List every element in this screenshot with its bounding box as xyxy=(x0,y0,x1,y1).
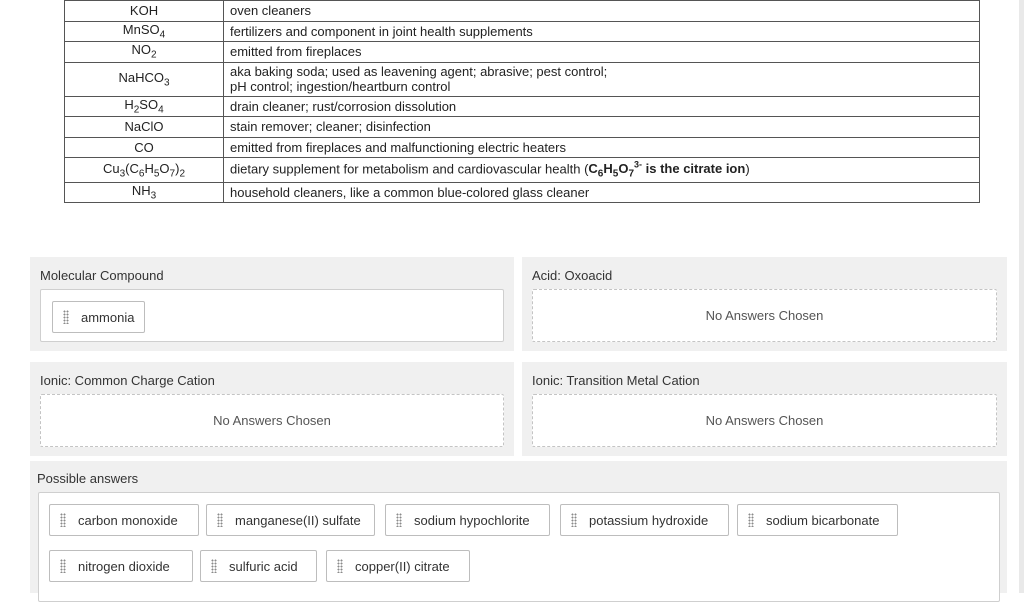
use-cell: fertilizers and component in joint healt… xyxy=(223,20,980,42)
category-oxoacid: Acid: Oxoacid No Answers Chosen xyxy=(522,257,1007,351)
compound-uses-table: KOH oven cleaners MnSO4 fertilizers and … xyxy=(64,0,980,204)
use-line: pH control; ingestion/heartburn control xyxy=(230,79,451,94)
category-transition-metal-cation: Ionic: Transition Metal Cation No Answer… xyxy=(522,362,1007,456)
chip-label: ammonia xyxy=(81,309,135,325)
molecular-compound-dropzone[interactable]: ammonia xyxy=(40,289,504,342)
formula-cell: H2SO4 xyxy=(64,95,224,117)
formula-cell: MnSO4 xyxy=(64,20,224,42)
page-scrollbar[interactable] xyxy=(1019,0,1024,593)
formula-cell: CO xyxy=(64,136,224,158)
table-row: NH3 household cleaners, like a common bl… xyxy=(64,181,980,204)
drag-handle-icon xyxy=(337,559,343,573)
use-cell: household cleaners, like a common blue-c… xyxy=(223,181,980,204)
table-row: MnSO4 fertilizers and component in joint… xyxy=(64,20,980,42)
empty-placeholder: No Answers Chosen xyxy=(213,413,331,428)
table-row: KOH oven cleaners xyxy=(64,0,980,22)
use-cell: drain cleaner; rust/corrosion dissolutio… xyxy=(223,95,980,117)
use-cell: emitted from fireplaces and malfunctioni… xyxy=(223,136,980,158)
formula-cell: NH3 xyxy=(64,181,224,204)
chip-label: manganese(II) sulfate xyxy=(235,512,361,528)
table-row: NaHCO3 aka baking soda; used as leavenin… xyxy=(64,61,980,97)
empty-placeholder: No Answers Chosen xyxy=(705,413,824,428)
drag-handle-icon xyxy=(60,559,66,573)
chip-label: copper(II) citrate xyxy=(355,558,450,574)
category-common-charge-cation: Ionic: Common Charge Cation No Answers C… xyxy=(30,362,514,456)
answer-chip-nitrogen-dioxide[interactable]: nitrogen dioxide xyxy=(49,550,193,582)
drag-handle-icon xyxy=(60,513,66,527)
use-line: aka baking soda; used as leavening agent… xyxy=(230,64,608,79)
use-text-end: ) xyxy=(745,161,750,177)
formula-cell: NO2 xyxy=(64,41,224,63)
empty-placeholder: No Answers Chosen xyxy=(705,308,824,323)
use-text: dietary supplement for metabolism and ca… xyxy=(230,161,589,177)
formula-cell: NaHCO3 xyxy=(64,61,224,97)
use-cell: stain remover; cleaner; disinfection xyxy=(223,116,980,138)
drag-handle-icon xyxy=(63,310,69,324)
drag-handle-icon xyxy=(571,513,577,527)
formula-cell: Cu3(C6H5O7)2 xyxy=(64,157,224,183)
answer-chip-ammonia[interactable]: ammonia xyxy=(52,301,145,333)
table-row: H2SO4 drain cleaner; rust/corrosion diss… xyxy=(64,95,980,117)
formula-cell: NaClO xyxy=(64,116,224,138)
drag-handle-icon xyxy=(748,513,754,527)
answer-chip-sodium-hypochlorite[interactable]: sodium hypochlorite xyxy=(385,504,550,536)
use-cell: oven cleaners xyxy=(223,0,980,22)
chip-label: carbon monoxide xyxy=(78,512,178,528)
oxoacid-dropzone[interactable]: No Answers Chosen xyxy=(532,289,997,342)
chip-label: potassium hydroxide xyxy=(589,512,709,528)
drag-handle-icon xyxy=(211,559,217,573)
drag-handle-icon xyxy=(396,513,402,527)
use-cell: aka baking soda; used as leavening agent… xyxy=(223,61,980,97)
chip-label: sodium bicarbonate xyxy=(766,512,880,528)
category-label: Acid: Oxoacid xyxy=(532,268,613,283)
answer-chip-copper-ii-citrate[interactable]: copper(II) citrate xyxy=(326,550,470,582)
possible-answers-label: Possible answers xyxy=(37,471,139,486)
chip-label: sodium hypochlorite xyxy=(414,512,530,528)
chip-label: sulfuric acid xyxy=(229,558,298,574)
common-charge-cation-dropzone[interactable]: No Answers Chosen xyxy=(40,394,504,447)
use-cell: emitted from fireplaces xyxy=(223,41,980,63)
table-row: Cu3(C6H5O7)2 dietary supplement for meta… xyxy=(64,157,980,183)
possible-answers-pool[interactable]: carbon monoxide manganese(II) sulfate so… xyxy=(38,492,1000,602)
answer-chip-sulfuric-acid[interactable]: sulfuric acid xyxy=(200,550,317,582)
formula-cell: KOH xyxy=(64,0,224,22)
drag-handle-icon xyxy=(217,513,223,527)
category-label: Molecular Compound xyxy=(40,268,164,283)
possible-answers-panel: Possible answers carbon monoxide mangane… xyxy=(30,461,1007,602)
transition-metal-cation-dropzone[interactable]: No Answers Chosen xyxy=(532,394,997,447)
category-label: Ionic: Transition Metal Cation xyxy=(532,373,700,388)
answer-chip-sodium-bicarbonate[interactable]: sodium bicarbonate xyxy=(737,504,898,536)
answer-chip-carbon-monoxide[interactable]: carbon monoxide xyxy=(49,504,199,536)
category-label: Ionic: Common Charge Cation xyxy=(40,373,215,388)
table-row: CO emitted from fireplaces and malfuncti… xyxy=(64,136,980,158)
answer-chip-manganese-ii-sulfate[interactable]: manganese(II) sulfate xyxy=(206,504,375,536)
category-molecular-compound: Molecular Compound ammonia xyxy=(30,257,514,351)
chip-label: nitrogen dioxide xyxy=(78,558,170,574)
citrate-note: C6H5O73- is the citrate ion xyxy=(588,160,746,180)
answer-chip-potassium-hydroxide[interactable]: potassium hydroxide xyxy=(560,504,729,536)
use-cell: dietary supplement for metabolism and ca… xyxy=(223,157,980,183)
table-row: NaClO stain remover; cleaner; disinfecti… xyxy=(64,116,980,138)
table-row: NO2 emitted from fireplaces xyxy=(64,41,980,63)
